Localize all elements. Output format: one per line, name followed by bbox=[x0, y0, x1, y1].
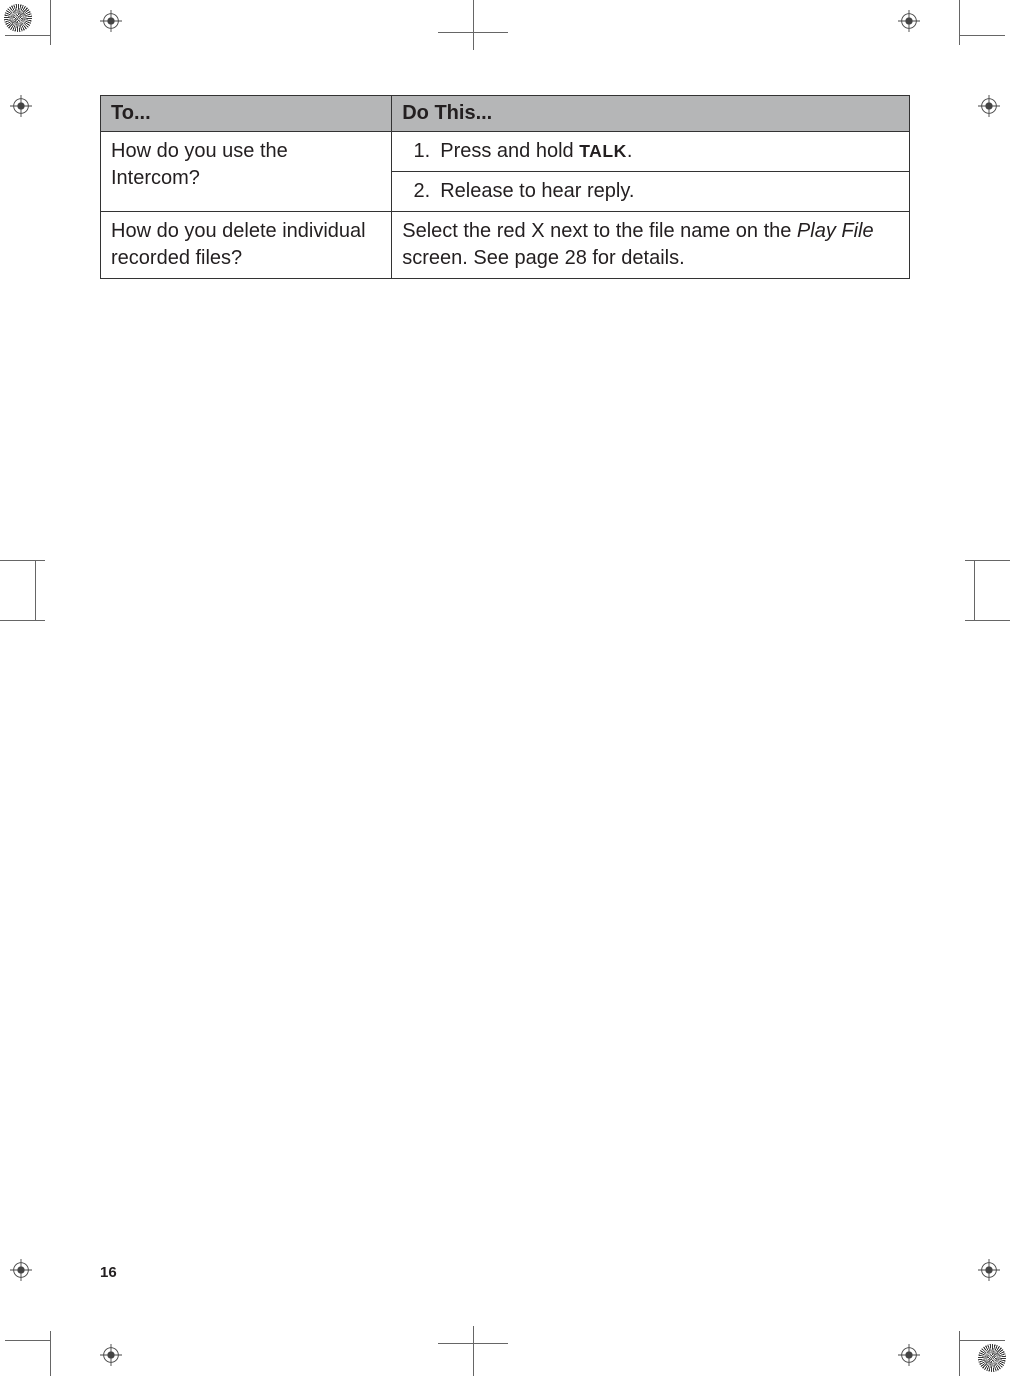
step-text-pre: Release to hear reply. bbox=[440, 180, 634, 202]
header-to: To... bbox=[101, 96, 392, 132]
print-color-wheel-bottom-right bbox=[978, 1344, 1006, 1372]
answer-italic: Play File bbox=[797, 220, 874, 242]
cell-question: How do you use the Intercom? bbox=[101, 132, 392, 212]
registration-mark-icon bbox=[898, 10, 920, 32]
step-text: Press and hold TALK. bbox=[440, 138, 899, 165]
step-text-post: . bbox=[627, 140, 633, 162]
page-number: 16 bbox=[100, 1264, 117, 1281]
print-color-wheel-top-left bbox=[4, 4, 32, 32]
crop-mark bbox=[438, 1343, 508, 1344]
key-label: TALK bbox=[579, 141, 627, 161]
step-number: 1. bbox=[402, 138, 430, 165]
table-row: How do you use the Intercom? 1. Press an… bbox=[101, 132, 910, 172]
registration-mark-icon bbox=[10, 95, 32, 117]
crop-mark bbox=[438, 32, 508, 33]
table-row: How do you delete individual recorded fi… bbox=[101, 212, 910, 279]
page-body: To... Do This... How do you use the Inte… bbox=[100, 95, 910, 279]
cell-answer-step: 1. Press and hold TALK. bbox=[392, 132, 910, 172]
registration-mark-icon bbox=[898, 1344, 920, 1366]
cell-answer-step: 2. Release to hear reply. bbox=[392, 172, 910, 212]
registration-mark-icon bbox=[100, 1344, 122, 1366]
step-text: Release to hear reply. bbox=[440, 178, 899, 205]
step-number: 2. bbox=[402, 178, 430, 205]
cell-answer: Select the red X next to the file name o… bbox=[392, 212, 910, 279]
step-text-pre: Press and hold bbox=[440, 140, 579, 162]
registration-mark-icon bbox=[978, 95, 1000, 117]
registration-mark-icon bbox=[10, 1259, 32, 1281]
crop-mark bbox=[473, 1326, 474, 1376]
table-header-row: To... Do This... bbox=[101, 96, 910, 132]
answer-post: screen. See page 28 for details. bbox=[402, 247, 684, 269]
registration-mark-icon bbox=[978, 1259, 1000, 1281]
answer-pre: Select the red X next to the file name o… bbox=[402, 220, 797, 242]
crop-mark bbox=[473, 0, 474, 50]
cell-question: How do you delete individual recorded fi… bbox=[101, 212, 392, 279]
instructions-table: To... Do This... How do you use the Inte… bbox=[100, 95, 910, 279]
registration-mark-icon bbox=[100, 10, 122, 32]
header-do-this: Do This... bbox=[392, 96, 910, 132]
